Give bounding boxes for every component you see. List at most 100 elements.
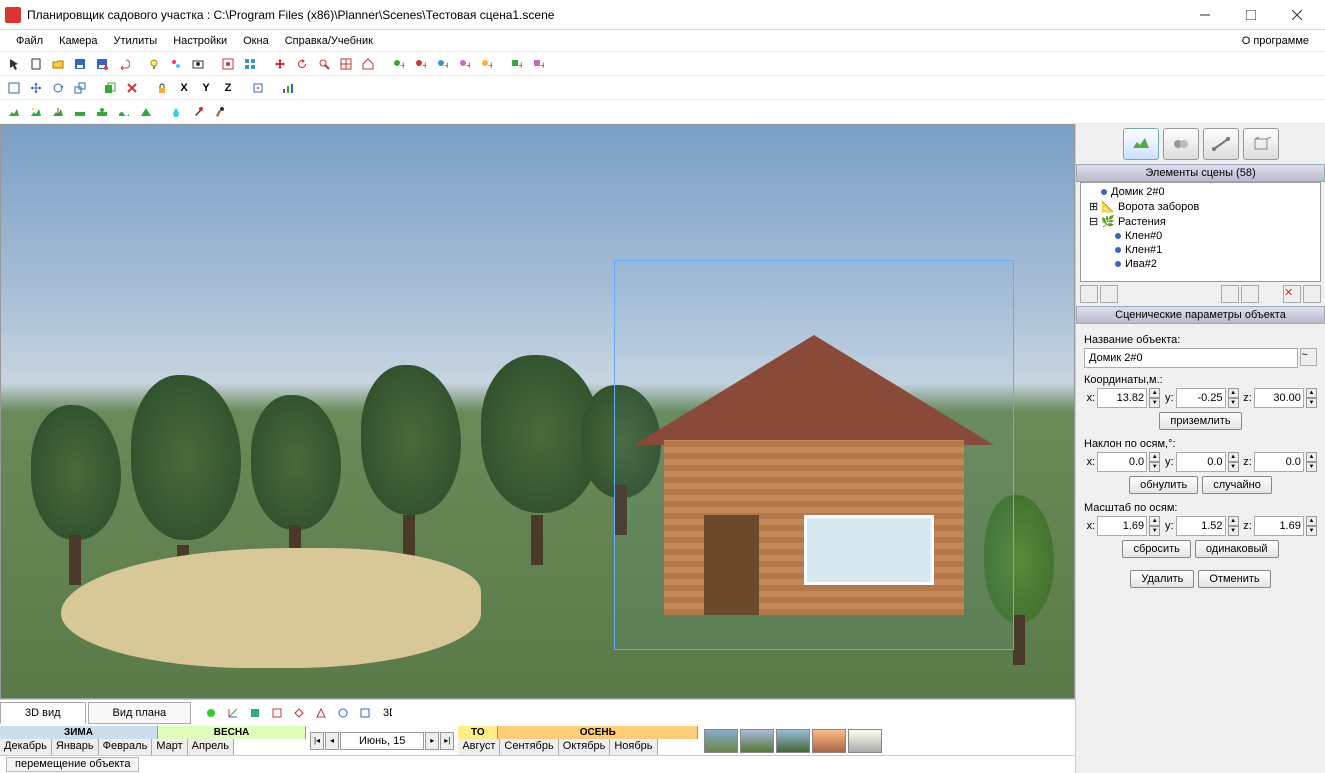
date-prev[interactable]: ◂	[325, 732, 339, 750]
minimize-button[interactable]	[1182, 0, 1228, 30]
play-icon[interactable]	[201, 703, 221, 723]
eyedropper-icon[interactable]	[188, 102, 208, 122]
coord-y-spin[interactable]: ▲▼	[1228, 388, 1239, 408]
add2-icon[interactable]: +	[410, 54, 430, 74]
coord-x-spin[interactable]: ▲▼	[1149, 388, 1160, 408]
month-dec[interactable]: Декабрь	[0, 739, 52, 755]
date-last[interactable]: ▸|	[440, 732, 454, 750]
tilt-z-input[interactable]	[1254, 452, 1304, 472]
x-axis[interactable]: X	[174, 78, 194, 98]
effects-icon[interactable]	[166, 54, 186, 74]
coord-z-input[interactable]	[1254, 388, 1304, 408]
persp-icon[interactable]: 3D	[377, 703, 397, 723]
scene-icon[interactable]	[218, 54, 238, 74]
terrain1-icon[interactable]	[4, 102, 24, 122]
preview-icon[interactable]	[245, 703, 265, 723]
move-icon[interactable]	[270, 54, 290, 74]
month-jan[interactable]: Январь	[52, 739, 99, 755]
home-icon[interactable]	[358, 54, 378, 74]
mode-objects-icon[interactable]	[1163, 128, 1199, 160]
tilt-z-spin[interactable]: ▲▼	[1306, 452, 1317, 472]
delete-icon[interactable]	[122, 78, 142, 98]
close-button[interactable]	[1274, 0, 1320, 30]
month-mar[interactable]: Март	[152, 739, 187, 755]
object-name-input[interactable]	[1084, 348, 1298, 368]
tilt-x-input[interactable]	[1097, 452, 1147, 472]
mode-measure-icon[interactable]	[1203, 128, 1239, 160]
save-icon[interactable]	[70, 54, 90, 74]
axis-icon[interactable]	[223, 703, 243, 723]
tab-plan-view[interactable]: Вид плана	[88, 702, 192, 724]
tab-3d-view[interactable]: 3D вид	[0, 702, 86, 724]
copy-icon[interactable]	[100, 78, 120, 98]
sky-thumb-5[interactable]	[848, 729, 882, 753]
z-axis[interactable]: Z	[218, 78, 238, 98]
mode-terrain-icon[interactable]	[1123, 128, 1159, 160]
shape5-icon[interactable]	[355, 703, 375, 723]
ground-button[interactable]: приземлить	[1159, 412, 1241, 430]
rotate2-icon[interactable]	[48, 78, 68, 98]
scale-x-spin[interactable]: ▲▼	[1149, 516, 1160, 536]
scale-y-input[interactable]	[1176, 516, 1226, 536]
brush-icon[interactable]	[210, 102, 230, 122]
same-button[interactable]: одинаковый	[1195, 540, 1279, 558]
water-icon[interactable]	[166, 102, 186, 122]
coord-y-input[interactable]	[1176, 388, 1226, 408]
random-button[interactable]: случайно	[1202, 476, 1272, 494]
sky-thumb-3[interactable]	[776, 729, 810, 753]
tilt-x-spin[interactable]: ▲▼	[1149, 452, 1160, 472]
move2-icon[interactable]	[26, 78, 46, 98]
chart-icon[interactable]	[278, 78, 298, 98]
bulb-icon[interactable]	[144, 54, 164, 74]
tree-collapse-icon[interactable]	[1100, 285, 1118, 303]
tree-node-gates[interactable]: ⊞ 📐 Ворота заборов	[1085, 199, 1316, 214]
frame-icon[interactable]	[4, 78, 24, 98]
month-feb[interactable]: Февраль	[99, 739, 153, 755]
menu-utilities[interactable]: Утилиты	[106, 33, 166, 49]
maximize-button[interactable]	[1228, 0, 1274, 30]
object-name-more[interactable]: ~	[1300, 348, 1317, 366]
zero-button[interactable]: обнулить	[1129, 476, 1198, 494]
shape3-icon[interactable]	[311, 703, 331, 723]
tree-expand-icon[interactable]	[1080, 285, 1098, 303]
terrain5-icon[interactable]	[92, 102, 112, 122]
scale-x-input[interactable]	[1097, 516, 1147, 536]
date-next[interactable]: ▸	[425, 732, 439, 750]
tree-refresh-icon[interactable]	[1303, 285, 1321, 303]
add7-icon[interactable]: +	[528, 54, 548, 74]
y-axis[interactable]: Y	[196, 78, 216, 98]
zoom-icon[interactable]	[314, 54, 334, 74]
tilt-y-input[interactable]	[1176, 452, 1226, 472]
coord-x-input[interactable]	[1097, 388, 1147, 408]
screenshot-icon[interactable]	[188, 54, 208, 74]
terrain3-icon[interactable]	[48, 102, 68, 122]
sky-thumb-1[interactable]	[704, 729, 738, 753]
delete-button[interactable]: Удалить	[1130, 570, 1194, 588]
tree-node-willow2[interactable]: Ива#2	[1085, 257, 1316, 271]
reset-button[interactable]: сбросить	[1122, 540, 1190, 558]
target-icon[interactable]	[336, 54, 356, 74]
rotate-icon[interactable]	[292, 54, 312, 74]
scene-tree[interactable]: Домик 2#0 ⊞ 📐 Ворота заборов ⊟ 🌿 Растени…	[1080, 182, 1321, 282]
menu-camera[interactable]: Камера	[51, 33, 105, 49]
tilt-y-spin[interactable]: ▲▼	[1228, 452, 1239, 472]
grid-icon[interactable]	[240, 54, 260, 74]
month-nov[interactable]: Ноябрь	[610, 739, 657, 755]
add5-icon[interactable]: +	[476, 54, 496, 74]
month-apr[interactable]: Апрель	[188, 739, 234, 755]
scale-icon[interactable]	[70, 78, 90, 98]
tree-node-house[interactable]: Домик 2#0	[1085, 185, 1316, 199]
month-oct[interactable]: Октябрь	[559, 739, 611, 755]
tree-node-maple1[interactable]: Клен#1	[1085, 243, 1316, 257]
date-first[interactable]: |◂	[310, 732, 324, 750]
tree-delete-icon[interactable]: ✕	[1283, 285, 1301, 303]
month-aug[interactable]: Август	[458, 739, 500, 755]
open-icon[interactable]	[48, 54, 68, 74]
scale-z-spin[interactable]: ▲▼	[1306, 516, 1317, 536]
add4-icon[interactable]: +	[454, 54, 474, 74]
add1-icon[interactable]: +	[388, 54, 408, 74]
mode-box-icon[interactable]	[1243, 128, 1279, 160]
scale-z-input[interactable]	[1254, 516, 1304, 536]
menu-windows[interactable]: Окна	[235, 33, 277, 49]
add6-icon[interactable]: +	[506, 54, 526, 74]
